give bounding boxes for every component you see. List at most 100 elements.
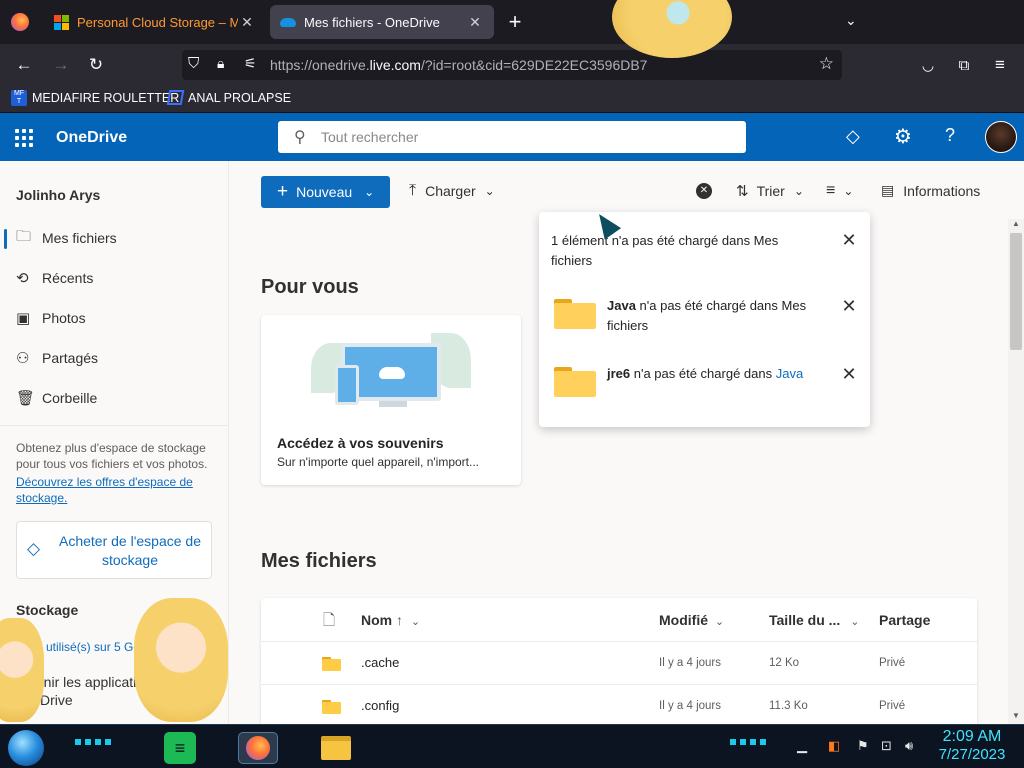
dismiss-error-icon[interactable]: ✕ xyxy=(696,183,712,199)
scroll-up-arrow-icon[interactable]: ▲ xyxy=(1012,219,1020,228)
item-name: jre6 xyxy=(607,366,631,381)
bookmark-mediafire[interactable]: MF T MEDIAFIRE ROULETTER xyxy=(11,90,179,106)
nav-label: Photos xyxy=(42,310,86,326)
permissions-icon[interactable]: ⚟ xyxy=(244,55,257,72)
settings-gear-icon[interactable]: ⚙ xyxy=(894,124,912,149)
nav-item-recents[interactable]: ⟲ Récents xyxy=(0,258,229,298)
trash-icon: 🗑︎ xyxy=(16,390,36,407)
get-apps-link-2[interactable]: Drive xyxy=(40,692,73,708)
table-row[interactable]: .cache Il y a 4 jours 12 Ko Privé xyxy=(261,642,977,685)
app-tray-icon[interactable]: ◧ xyxy=(828,738,840,754)
avatar[interactable] xyxy=(985,121,1017,153)
url-text[interactable]: https://onedrive.live.com/?id=root&cid=6… xyxy=(270,57,647,73)
action-center-flag-icon[interactable]: ⚑ xyxy=(857,738,869,754)
close-icon[interactable]: ✕ xyxy=(839,296,859,317)
tab-mes-fichiers[interactable]: Mes fichiers - OneDrive ✕ xyxy=(270,5,494,39)
help-icon[interactable]: ? xyxy=(945,125,955,146)
firefox-taskbar-icon[interactable] xyxy=(238,732,278,764)
taskbar: ≡ ▁ ◧ ⚑ ⊡ 🔊︎ 2:09 AM 7/27/2023 xyxy=(0,724,1024,768)
view-options-button[interactable]: ≡ ⌄ xyxy=(826,182,853,200)
search-input[interactable]: Tout rechercher xyxy=(321,129,418,145)
clock-date: 7/27/2023 xyxy=(938,746,1006,763)
file-explorer-icon[interactable] xyxy=(320,732,352,764)
close-tab-icon[interactable]: ✕ xyxy=(466,14,484,31)
nav-item-corbeille[interactable]: 🗑︎ Corbeille xyxy=(0,378,229,418)
file-size: 12 Ko xyxy=(769,657,800,669)
close-icon[interactable]: ✕ xyxy=(839,230,859,251)
storage-used[interactable]: o utilisé(s) sur 5 Go xyxy=(36,640,140,654)
new-tab-button[interactable]: + xyxy=(504,9,526,35)
user-name: Jolinho Arys xyxy=(16,187,101,203)
column-sharing[interactable]: Partage xyxy=(879,612,930,628)
lock-icon[interactable]: 🔒︎ xyxy=(217,55,224,72)
file-name[interactable]: .cache xyxy=(361,655,399,670)
clock-time: 2:09 AM xyxy=(942,728,1002,745)
scroll-down-arrow-icon[interactable]: ▼ xyxy=(1012,711,1020,720)
tab-personal-cloud-storage[interactable]: Personal Cloud Storage – Micro ✕ xyxy=(44,5,266,39)
spotify-icon[interactable]: ≡ xyxy=(164,732,196,764)
network-icon[interactable]: ⊡ xyxy=(881,738,892,754)
search-icon: ⚲ xyxy=(294,129,306,146)
buy-storage-label: Acheter de l'espace de stockage xyxy=(59,533,201,568)
new-button[interactable]: + Nouveau ⌄ xyxy=(261,176,390,208)
show-hidden-icons-icon[interactable]: ▁ xyxy=(797,738,807,754)
info-panel-icon: ▤ xyxy=(881,182,895,198)
pocket-icon[interactable]: ◡ xyxy=(915,52,941,78)
extensions-icon[interactable]: ⧉ xyxy=(951,52,977,78)
mediafire-icon: MF T xyxy=(11,90,27,106)
upload-button[interactable]: ⤒ Charger ⌄ xyxy=(409,182,495,200)
nav-label: Corbeille xyxy=(42,390,98,406)
close-tab-icon[interactable]: ✕ xyxy=(238,14,256,31)
scrollbar[interactable]: ▲ ▼ xyxy=(1008,219,1024,724)
flyout-item-text: Java n'a pas été chargé dans Mes fichier… xyxy=(607,296,827,336)
onedrive-cloud-icon xyxy=(280,17,296,27)
promo-text: Obtenez plus d'espace de stockage pour t… xyxy=(16,441,208,471)
file-size: 11.3 Ko xyxy=(769,700,808,712)
start-orb-icon[interactable] xyxy=(8,730,44,766)
cartoon-sticker-icon xyxy=(134,598,228,722)
column-size[interactable]: Taille du ... ⌄ xyxy=(769,612,859,628)
firefox-icon[interactable] xyxy=(11,13,29,31)
scrollbar-thumb[interactable] xyxy=(1010,233,1022,350)
premium-diamond-icon[interactable]: ◇ xyxy=(846,126,860,147)
url-bar[interactable]: ⛉ 🔒︎ ⚟ https://onedrive.live.com/?id=roo… xyxy=(182,50,842,80)
taskbar-decoration xyxy=(730,739,770,745)
back-icon[interactable]: ← xyxy=(11,52,37,78)
close-icon[interactable]: ✕ xyxy=(839,364,859,385)
bookmark-second[interactable]: ANAL PROLAPSE xyxy=(166,90,291,105)
nav-item-mes-fichiers[interactable]: 🗀︎ Mes fichiers xyxy=(0,218,229,258)
promo-link[interactable]: Découvrez les offres d'espace de stockag… xyxy=(16,474,206,506)
reload-icon[interactable]: ↻ xyxy=(83,52,109,78)
menu-icon[interactable]: ≡ xyxy=(987,52,1013,78)
table-header: 🗋︎ Nom ↑ ⌄ Modifié ⌄ Taille du ... ⌄ Par… xyxy=(261,598,977,642)
memories-card[interactable]: Accédez à vos souvenirs Sur n'importe qu… xyxy=(261,315,521,485)
nav-label: Partagés xyxy=(42,350,99,366)
search-box[interactable]: ⚲ Tout rechercher xyxy=(278,121,746,153)
sort-button[interactable]: ⇅ Trier ⌄ xyxy=(736,182,804,200)
item-name: Java xyxy=(607,298,636,313)
file-name[interactable]: .config xyxy=(361,698,399,713)
item-message: n'a pas été chargé dans Mes fichiers xyxy=(607,298,807,333)
column-modified[interactable]: Modifié ⌄ xyxy=(659,612,724,628)
list-all-tabs-icon[interactable]: ⌄ xyxy=(845,12,857,29)
clock[interactable]: 2:09 AM 7/27/2023 xyxy=(930,728,1014,763)
info-button[interactable]: ▤ Informations xyxy=(881,182,980,199)
app-launcher-icon[interactable] xyxy=(15,129,33,147)
table-row[interactable]: .config Il y a 4 jours 11.3 Ko Privé xyxy=(261,685,977,724)
forward-icon[interactable]: → xyxy=(48,52,74,78)
folder-icon xyxy=(322,657,341,671)
nav-item-partages[interactable]: ⚇ Partagés xyxy=(0,338,229,378)
chevron-down-icon: ⌄ xyxy=(850,616,860,628)
cloud-icon xyxy=(379,367,405,379)
new-label: Nouveau xyxy=(296,184,353,200)
bookmark-star-icon[interactable]: ☆ xyxy=(819,54,834,74)
volume-icon[interactable]: 🔊︎ xyxy=(905,738,913,754)
shield-icon[interactable]: ⛉ xyxy=(188,55,199,72)
folder-link[interactable]: Java xyxy=(776,366,803,381)
flyout-item-text: jre6 n'a pas été chargé dans Java xyxy=(607,364,827,384)
app-name[interactable]: OneDrive xyxy=(56,129,127,147)
column-name[interactable]: Nom ↑ ⌄ xyxy=(361,612,420,628)
nav-item-photos[interactable]: ▣ Photos xyxy=(0,298,229,338)
get-apps-link[interactable]: tenir les applicatio xyxy=(32,674,144,690)
buy-storage-button[interactable]: ◇ Acheter de l'espace de stockage xyxy=(16,521,212,579)
